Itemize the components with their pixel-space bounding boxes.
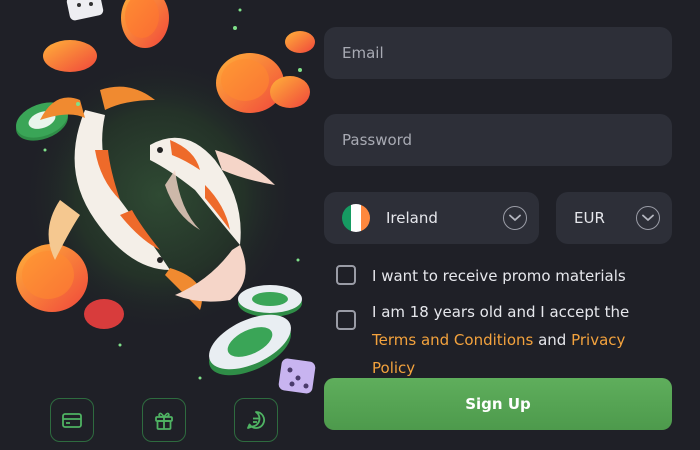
credit-card-icon [62,413,82,428]
promo-label: I want to receive promo materials [372,267,626,285]
support-feature-button[interactable] [234,398,278,442]
currency-select[interactable]: EUR [556,192,672,244]
promo-checkbox[interactable] [336,265,356,285]
country-label: Ireland [386,209,438,227]
hero-illustration [0,0,318,450]
coin-icon [43,40,97,72]
password-input[interactable] [324,114,672,166]
terms-consent-row: I am 18 years old and I accept the Terms… [336,298,672,382]
signup-button[interactable]: Sign Up [324,378,672,430]
email-input[interactable] [324,27,672,79]
promo-consent-row: I want to receive promo materials [336,265,626,287]
coin-icon [84,299,124,329]
feature-icons-row [0,398,318,444]
terms-prefix: I am 18 years old and I accept the [372,303,630,321]
coin-icon [285,31,315,53]
coin-icon [121,0,169,48]
currency-label: EUR [574,209,605,227]
gift-icon [155,412,173,430]
dice-icon [278,358,316,394]
terms-middle: and [533,331,572,349]
coin-icon [270,76,310,108]
ireland-flag-icon [342,204,370,232]
country-select[interactable]: Ireland [324,192,539,244]
chat-icon [247,411,265,429]
terms-text: I am 18 years old and I accept the Terms… [372,298,668,382]
chevron-down-icon [503,206,527,230]
terms-link[interactable]: Terms and Conditions [372,331,533,349]
signup-form: Ireland EUR I want to receive promo mate… [324,0,674,450]
terms-checkbox[interactable] [336,310,356,330]
coin-icon [16,244,88,312]
chevron-down-icon [636,206,660,230]
casino-chip-icon [238,285,302,317]
dice-icon [66,0,104,21]
payment-feature-button[interactable] [50,398,94,442]
bonus-feature-button[interactable] [142,398,186,442]
